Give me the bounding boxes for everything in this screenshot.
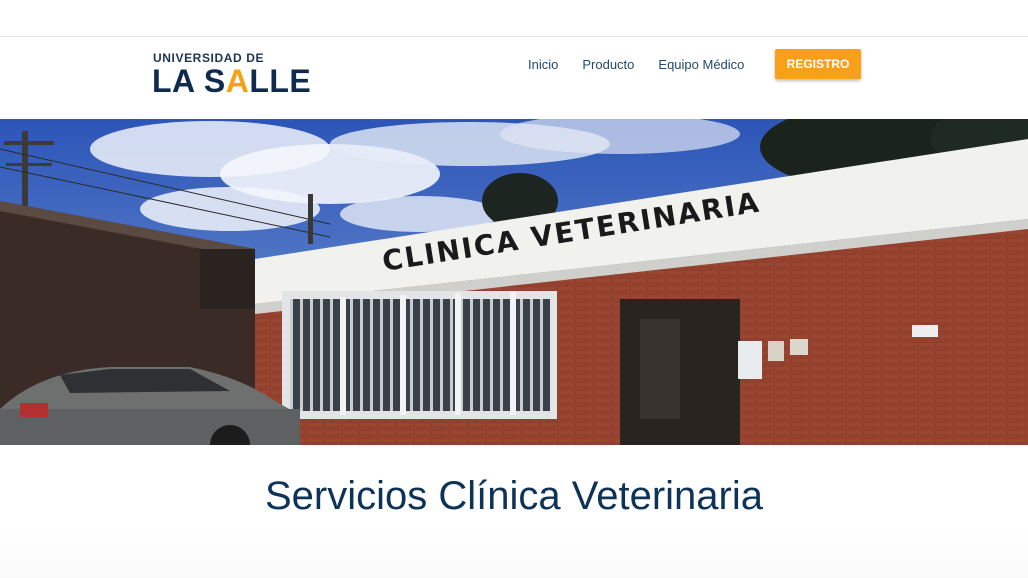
hero-banner-image: CLINICA VETERINARIA bbox=[0, 119, 1028, 445]
navbar: UNIVERSIDAD DE LA SALLE Inicio Producto … bbox=[0, 37, 1028, 119]
logo-word-part2: LLE bbox=[249, 63, 312, 99]
nav-link-producto[interactable]: Producto bbox=[582, 57, 634, 72]
logo-wordmark: LA SALLE bbox=[152, 61, 311, 101]
main-nav: Inicio Producto Equipo Médico bbox=[528, 49, 768, 79]
nav-link-equipo-medico[interactable]: Equipo Médico bbox=[658, 57, 744, 72]
logo-word-accent: A bbox=[225, 63, 250, 99]
registro-button[interactable]: REGISTRO bbox=[775, 49, 861, 79]
nav-link-inicio[interactable]: Inicio bbox=[528, 57, 558, 72]
section-title: Servicios Clínica Veterinaria bbox=[265, 474, 763, 518]
top-strip bbox=[0, 0, 1028, 37]
logo-word-part1: LA S bbox=[152, 63, 226, 99]
hero-photo-illustration: CLINICA VETERINARIA bbox=[0, 119, 1028, 445]
section-divider bbox=[0, 530, 1028, 578]
university-logo[interactable]: UNIVERSIDAD DE LA SALLE bbox=[152, 51, 323, 101]
